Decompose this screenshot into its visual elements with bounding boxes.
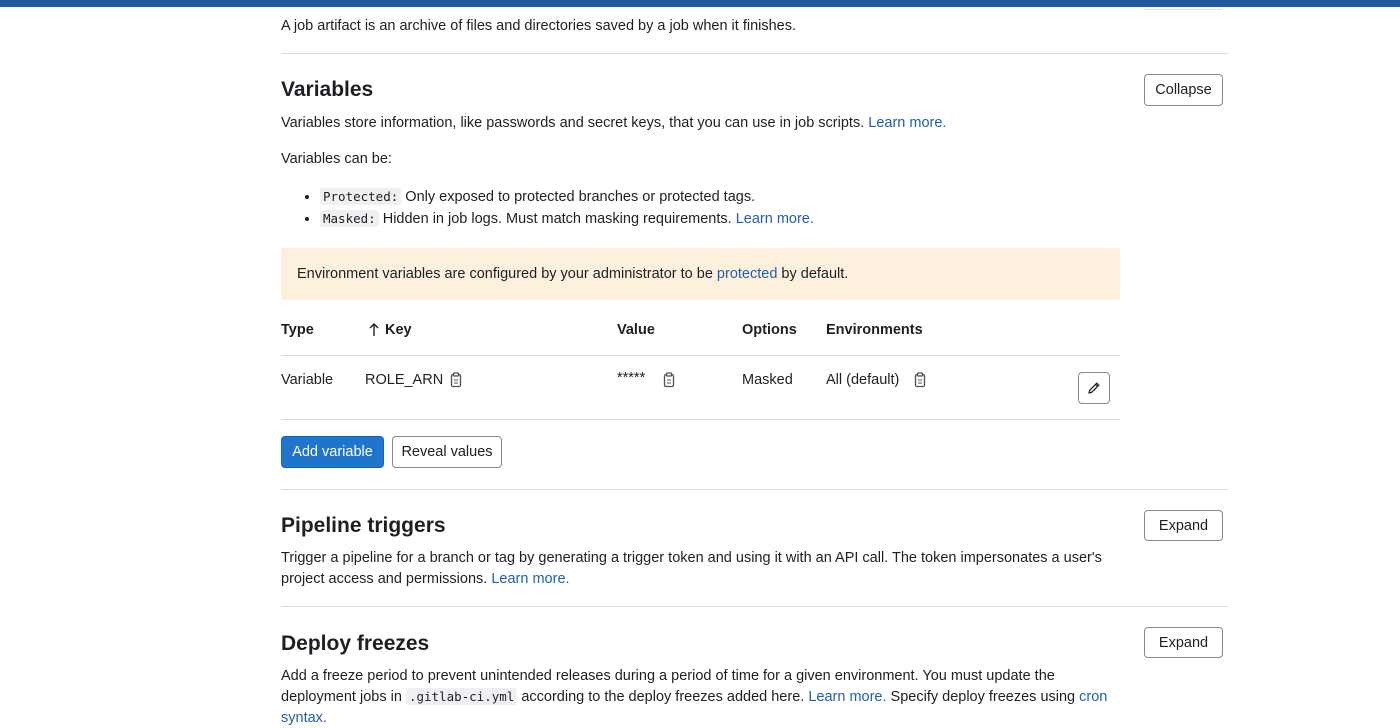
pencil-icon [1088,382,1100,394]
protected-alert: Environment variables are configured by … [281,248,1120,300]
table-header-divider [281,355,1120,356]
pipeline-triggers-description-line2: project access and permissions. Learn mo… [281,569,570,589]
copy-environment-icon[interactable] [913,372,927,388]
column-header-type[interactable]: Type [281,322,314,338]
reveal-values-button[interactable]: Reveal values [392,436,502,468]
edit-variable-button[interactable] [1078,372,1110,404]
table-row-divider [281,419,1120,420]
masked-code: Masked: [320,210,379,227]
section-divider [281,489,1228,490]
protected-link[interactable]: protected [717,266,777,282]
protected-code: Protected: [320,188,402,205]
pipeline-triggers-text: project access and permissions. [281,571,488,587]
protected-text: Only exposed to protected branches or pr… [405,189,756,205]
list-item: Masked: Hidden in job logs. Must match m… [320,208,814,230]
masked-text: Hidden in job logs. Must match masking r… [382,211,732,227]
prior-section-button-edge [1144,7,1222,10]
pipeline-triggers-expand-button[interactable]: Expand [1144,510,1223,541]
row-options: Masked [742,372,793,388]
section-divider [281,53,1228,54]
column-header-environments[interactable]: Environments [826,322,923,338]
deploy-freezes-description-line1: Add a freeze period to prevent unintende… [281,668,1055,684]
deploy-freezes-learn-more-link[interactable]: Learn more. [808,689,886,705]
section-divider [281,606,1228,607]
pipeline-triggers-learn-more-link[interactable]: Learn more. [491,571,569,587]
alert-text-end: by default. [781,266,849,282]
cron-syntax-link[interactable]: syntax. [281,708,327,728]
top-bar [0,0,1400,7]
learn-more-link[interactable]: Learn more. [868,115,946,131]
variables-types-list: Protected: Only exposed to protected bra… [302,186,814,230]
variables-title: Variables [281,78,374,101]
column-header-key[interactable]: Key [369,322,412,338]
cron-link[interactable]: cron [1079,689,1107,705]
variables-description-text: Variables store information, like passwo… [281,115,865,131]
alert-message: Environment variables are configured by … [297,264,848,284]
pipeline-triggers-title: Pipeline triggers [281,514,446,537]
variables-description: Variables store information, like passwo… [281,113,946,133]
collapse-button[interactable]: Collapse [1144,74,1223,106]
deploy-freezes-description-line2: deployment jobs in .gitlab-ci.yml accord… [281,687,1107,707]
column-header-key-label: Key [385,322,412,338]
copy-key-icon[interactable] [449,372,463,388]
row-environment: All (default) [826,372,900,388]
arrow-up-icon [369,323,379,336]
column-header-options[interactable]: Options [742,322,797,338]
list-item: Protected: Only exposed to protected bra… [320,186,814,208]
deploy-freezes-text-2: according to the deploy freezes added he… [521,689,805,705]
alert-text: Environment variables are configured by … [297,266,713,282]
row-type: Variable [281,372,334,388]
row-value: ***** [617,370,646,386]
gitlab-ci-code: .gitlab-ci.yml [405,688,518,705]
deploy-freezes-text-3: Specify deploy freezes using [890,689,1076,705]
deploy-freezes-title: Deploy freezes [281,632,430,655]
variables-can-be: Variables can be: [281,151,392,167]
copy-value-icon[interactable] [662,372,676,388]
add-variable-button[interactable]: Add variable [281,436,384,468]
pipeline-triggers-description-line1: Trigger a pipeline for a branch or tag b… [281,550,1102,566]
artifacts-description: A job artifact is an archive of files an… [281,18,797,34]
masking-learn-more-link[interactable]: Learn more. [736,211,814,227]
deploy-freezes-text: deployment jobs in [281,689,402,705]
deploy-freezes-expand-button[interactable]: Expand [1144,627,1223,658]
column-header-value[interactable]: Value [617,322,655,338]
row-key: ROLE_ARN [365,372,444,388]
